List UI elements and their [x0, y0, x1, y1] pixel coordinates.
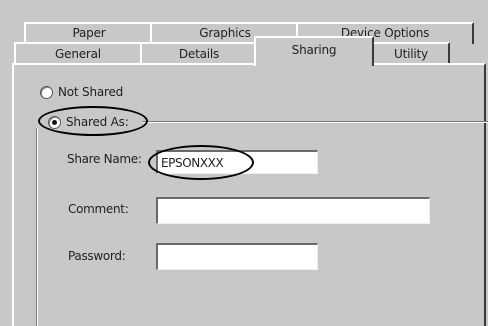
password-label: Password: [68, 249, 126, 263]
not-shared-label: Not Shared [58, 85, 124, 99]
group-box-left-edge [36, 128, 38, 326]
shared-as-option[interactable]: Shared As: [48, 115, 129, 129]
tab-sharing[interactable]: Sharing [254, 36, 374, 66]
comment-input[interactable] [156, 197, 430, 224]
not-shared-radio[interactable] [40, 85, 53, 99]
group-box-top-edge [142, 121, 488, 123]
shared-as-label: Shared As: [66, 115, 129, 129]
not-shared-option[interactable]: Not Shared [40, 85, 123, 99]
printer-properties-dialog: Paper Graphics Device Options General De… [0, 0, 488, 326]
shared-as-radio[interactable] [48, 115, 61, 129]
share-name-label: Share Name: [67, 152, 142, 166]
password-input[interactable] [156, 243, 318, 270]
sharing-panel [12, 63, 486, 326]
share-name-input[interactable] [156, 150, 318, 174]
comment-label: Comment: [68, 202, 129, 216]
tab-paper[interactable]: Paper [24, 22, 154, 44]
